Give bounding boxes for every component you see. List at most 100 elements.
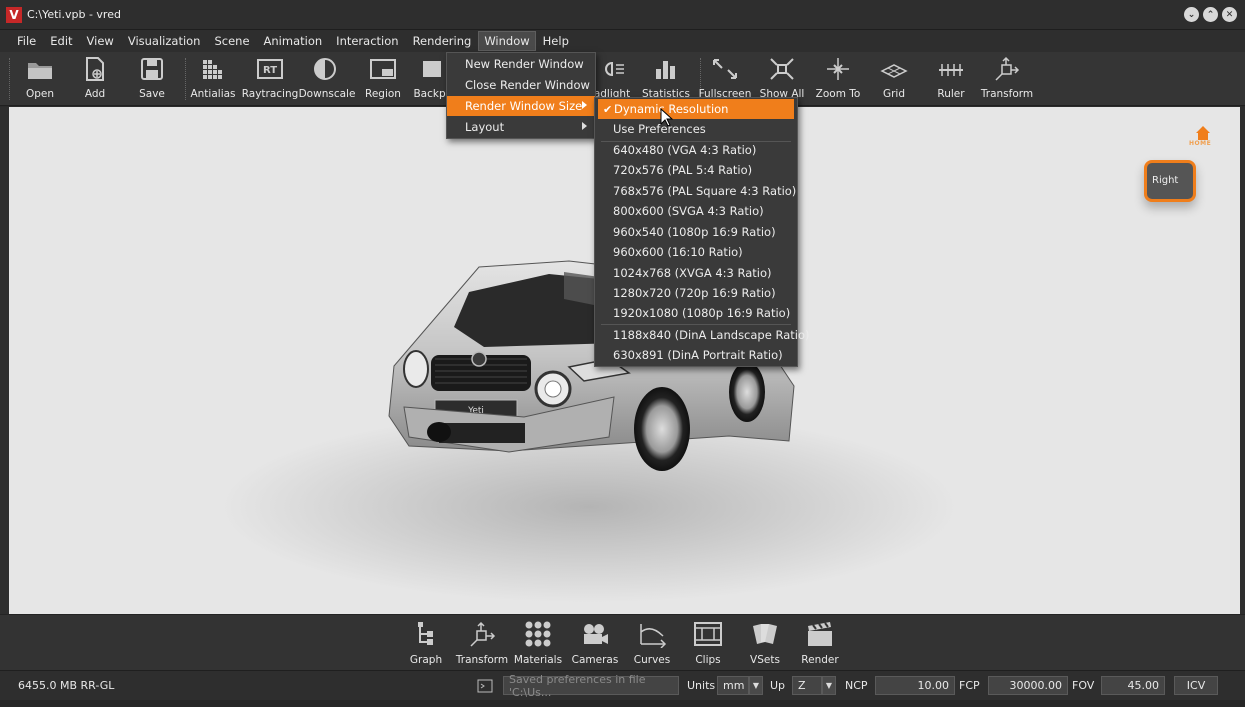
menu-scene[interactable]: Scene: [207, 31, 256, 51]
show-all-icon: [770, 58, 794, 80]
option-800x600[interactable]: 800x600 (SVGA 4:3 Ratio): [595, 201, 795, 221]
option-label: 768x576 (PAL Square 4:3 Ratio): [613, 184, 797, 198]
menu-help[interactable]: Help: [536, 31, 576, 51]
option-use-preferences[interactable]: Use Preferences: [595, 119, 795, 139]
option-960x600[interactable]: 960x600 (16:10 Ratio): [595, 242, 795, 262]
viewport-frame-right: [1240, 107, 1245, 614]
title-bar: V C:\Yeti.vpb - vred ⌄ ⌃ ✕: [0, 0, 1245, 30]
dock-clips-button[interactable]: Clips: [678, 620, 738, 666]
icv-button[interactable]: ICV: [1174, 676, 1218, 695]
transform-icon: [995, 56, 1020, 81]
status-bar: 6455.0 MB RR-GL Saved preferences in fil…: [0, 670, 1245, 700]
fcp-label: FCP: [959, 679, 980, 692]
downscale-button[interactable]: Downscale: [297, 56, 357, 100]
menu-animation[interactable]: Animation: [257, 31, 330, 51]
dock-materials-button[interactable]: Materials: [508, 620, 568, 666]
menu-new-render-window[interactable]: New Render Window: [447, 54, 595, 74]
option-720x576[interactable]: 720x576 (PAL 5:4 Ratio): [595, 160, 795, 180]
restore-button[interactable]: ⌃: [1203, 7, 1218, 22]
menu-interaction[interactable]: Interaction: [329, 31, 405, 51]
dock-graph-button[interactable]: Graph: [396, 620, 456, 666]
vred-logo-icon: V: [6, 6, 22, 23]
clips-label: Clips: [695, 654, 721, 666]
raytracing-button[interactable]: RT Raytracing: [240, 56, 300, 100]
render-window-size-submenu: ✔ Dynamic Resolution Use Preferences 640…: [594, 97, 809, 367]
option-label: 720x576 (PAL 5:4 Ratio): [613, 163, 753, 177]
open-label: Open: [25, 88, 55, 100]
option-dynamic-resolution[interactable]: ✔ Dynamic Resolution: [598, 99, 794, 119]
statistics-button[interactable]: Statistics: [636, 56, 696, 100]
units-dropdown-icon[interactable]: ▼: [749, 676, 763, 695]
fov-label: FOV: [1072, 679, 1095, 692]
floppy-icon: [141, 58, 163, 80]
fcp-field[interactable]: 30000.00: [988, 676, 1068, 695]
cameras-label: Cameras: [571, 654, 619, 666]
menu-render-window-size[interactable]: Render Window Size: [447, 96, 595, 116]
folder-icon: [28, 63, 52, 79]
transform-dock-label: Transform: [455, 654, 509, 666]
zoom-to-button[interactable]: Zoom To: [808, 56, 868, 100]
downscale-icon: [314, 58, 336, 80]
open-button[interactable]: Open: [10, 56, 70, 100]
fullscreen-button[interactable]: Fullscreen: [695, 56, 755, 100]
option-label: 960x540 (1080p 16:9 Ratio): [613, 225, 776, 239]
ruler-button[interactable]: Ruler: [921, 56, 981, 100]
close-button[interactable]: ✕: [1222, 7, 1237, 22]
dock-transform-button[interactable]: Transform: [452, 620, 512, 666]
option-1188x840[interactable]: 1188x840 (DinA Landscape Ratio): [595, 325, 809, 345]
transform-button[interactable]: Transform: [977, 56, 1037, 100]
view-cube[interactable]: Right: [1136, 150, 1196, 206]
option-960x540[interactable]: 960x540 (1080p 16:9 Ratio): [595, 222, 795, 242]
zoom-to-icon: [827, 58, 849, 80]
option-630x891[interactable]: 630x891 (DinA Portrait Ratio): [595, 345, 795, 365]
show-all-button[interactable]: Show All: [752, 56, 812, 100]
ncp-value: 10.00: [917, 679, 950, 692]
units-label: Units: [687, 679, 716, 692]
option-640x480[interactable]: 640x480 (VGA 4:3 Ratio): [595, 140, 795, 160]
menu-close-render-window[interactable]: Close Render Window: [447, 75, 595, 95]
ncp-field[interactable]: 10.00: [875, 676, 955, 695]
up-select[interactable]: Z: [792, 676, 822, 695]
camera-icon: [584, 624, 608, 644]
grid-button[interactable]: Grid: [864, 56, 924, 100]
window-title: C:\Yeti.vpb - vred: [27, 8, 121, 21]
dock-cameras-button[interactable]: Cameras: [565, 620, 625, 666]
clapperboard-icon: [808, 622, 832, 646]
minimize-button[interactable]: ⌄: [1184, 7, 1199, 22]
save-button[interactable]: Save: [122, 56, 182, 100]
downscale-label: Downscale: [298, 88, 356, 100]
message-field[interactable]: Saved preferences in file 'C:\Us...: [503, 673, 679, 699]
menu-file[interactable]: File: [10, 31, 43, 51]
dock-vsets-button[interactable]: VSets: [735, 620, 795, 666]
console-icon[interactable]: [477, 679, 493, 693]
graph-icon: [418, 622, 433, 645]
region-icon: [370, 59, 396, 79]
menu-layout[interactable]: Layout: [447, 117, 595, 137]
option-1920x1080[interactable]: 1920x1080 (1080p 16:9 Ratio): [595, 303, 795, 323]
menu-view[interactable]: View: [80, 31, 121, 51]
option-1280x720[interactable]: 1280x720 (720p 16:9 Ratio): [595, 283, 795, 303]
fov-value: 45.00: [1127, 679, 1160, 692]
option-label: 960x600 (16:10 Ratio): [613, 245, 743, 259]
layout-label: Layout: [465, 120, 505, 134]
raytracing-label: Raytracing: [241, 88, 299, 100]
up-dropdown-icon[interactable]: ▼: [822, 676, 836, 695]
home-icon[interactable]: [1195, 125, 1211, 141]
option-1024x768[interactable]: 1024x768 (XVGA 4:3 Ratio): [595, 263, 795, 283]
menu-window[interactable]: Window: [478, 31, 536, 51]
curves-icon: [640, 624, 667, 648]
view-cube-face[interactable]: Right: [1144, 160, 1196, 202]
menu-visualization[interactable]: Visualization: [121, 31, 208, 51]
dock-render-button[interactable]: Render: [790, 620, 850, 666]
add-button[interactable]: Add: [65, 56, 125, 100]
materials-label: Materials: [513, 654, 563, 666]
dock-curves-button[interactable]: Curves: [622, 620, 682, 666]
units-select[interactable]: mm: [717, 676, 749, 695]
vsets-label: VSets: [750, 654, 780, 666]
ruler-label: Ruler: [937, 88, 965, 100]
fov-field[interactable]: 45.00: [1101, 676, 1165, 695]
menu-edit[interactable]: Edit: [43, 31, 79, 51]
antialias-button[interactable]: Antialias: [183, 56, 243, 100]
option-768x576[interactable]: 768x576 (PAL Square 4:3 Ratio): [595, 181, 797, 201]
menu-rendering[interactable]: Rendering: [406, 31, 479, 51]
